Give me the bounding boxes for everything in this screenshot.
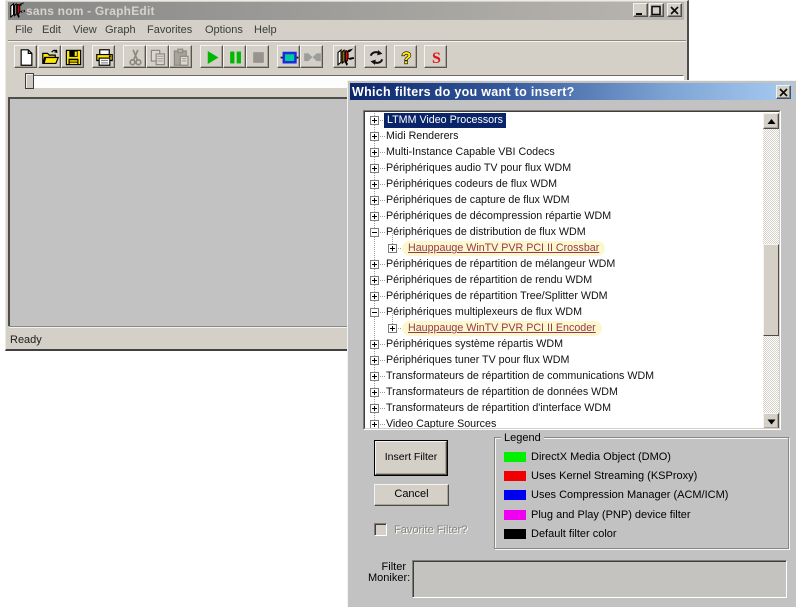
svg-text:?: ? (401, 48, 411, 67)
svg-text:S: S (432, 50, 441, 67)
